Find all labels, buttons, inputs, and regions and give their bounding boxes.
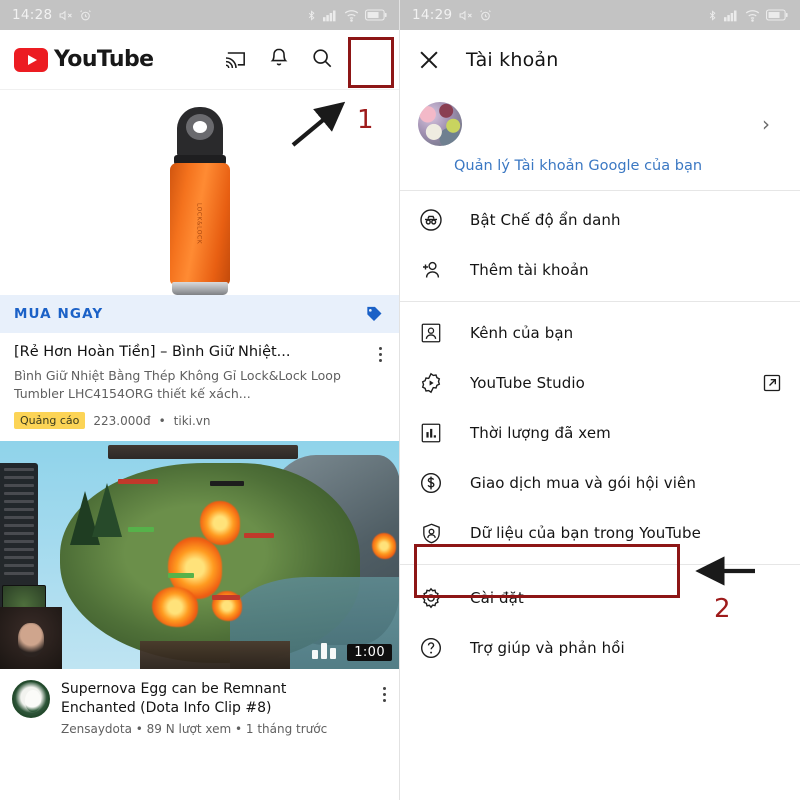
menu-item-purchases[interactable]: Giao dịch mua và gói hội viên xyxy=(400,458,800,508)
equalizer-icon xyxy=(312,643,336,660)
video-duration: 1:00 xyxy=(347,644,392,662)
ad-more-options-icon[interactable] xyxy=(371,343,389,365)
ad-title[interactable]: [Rẻ Hơn Hoàn Tiền] – Bình Giữ Nhiệt... xyxy=(14,343,385,362)
signal-icon-right xyxy=(724,9,739,22)
ad-details: [Rẻ Hơn Hoàn Tiền] – Bình Giữ Nhiệt... B… xyxy=(0,333,399,441)
price-tag-icon xyxy=(363,303,385,325)
gear-icon xyxy=(418,585,444,611)
youtube-wordmark: YouTube xyxy=(54,47,154,72)
channel-avatar[interactable] xyxy=(12,680,50,719)
incognito-icon xyxy=(418,207,444,233)
status-time-right: 14:29 xyxy=(412,7,453,23)
menu-item-label: Kênh của bạn xyxy=(470,324,574,342)
ad-product-image[interactable]: LOCK&LOCK xyxy=(0,90,399,295)
signal-icon xyxy=(323,9,338,22)
bell-icon[interactable] xyxy=(269,47,289,73)
menu-item-label: Cài đặt xyxy=(470,589,524,607)
streamer-facecam xyxy=(0,607,62,670)
video-channel: Zensaydota xyxy=(61,722,132,737)
add-person-icon xyxy=(418,257,444,283)
youtube-play-icon xyxy=(14,47,48,72)
left-phone-panel: 14:28 YouTube LOCK&LOCK MUA NGAY [Rẻ Hơn… xyxy=(0,0,400,800)
bar-chart-icon xyxy=(418,420,444,446)
alarm-icon xyxy=(79,9,92,22)
battery-icon-right xyxy=(766,9,788,21)
menu-item-label: YouTube Studio xyxy=(470,374,585,392)
menu-item-time-watched[interactable]: Thời lượng đã xem xyxy=(400,408,800,458)
meta-sep-2: • xyxy=(234,722,243,737)
mute-icon xyxy=(59,9,73,22)
meta-sep-1: • xyxy=(135,722,143,737)
left-status-bar: 14:28 xyxy=(0,0,399,30)
annotation-number-1: 1 xyxy=(357,105,374,135)
right-phone-panel: 14:29 Tài khoản › Quản lý Tài khoản Goog… xyxy=(400,0,800,800)
studio-gear-icon xyxy=(418,370,444,396)
page-title: Tài khoản xyxy=(466,49,559,71)
menu-item-label: Dữ liệu của bạn trong YouTube xyxy=(470,524,701,542)
video-age: 1 tháng trước xyxy=(245,722,328,737)
menu-item-label: Thời lượng đã xem xyxy=(470,424,611,442)
bluetooth-icon xyxy=(306,9,317,22)
account-avatar[interactable] xyxy=(355,45,385,75)
ad-source: tiki.vn xyxy=(173,413,211,428)
manage-google-account-link[interactable]: Quản lý Tài khoản Google của bạn xyxy=(400,146,800,174)
menu-item-youtube-studio[interactable]: YouTube Studio xyxy=(400,358,800,408)
account-row[interactable]: › xyxy=(400,90,800,146)
wifi-icon-right xyxy=(745,9,760,22)
bluetooth-icon-right xyxy=(707,9,718,22)
divider-3 xyxy=(400,564,800,565)
right-status-bar: 14:29 xyxy=(400,0,800,30)
ad-meta-separator: • xyxy=(158,413,166,428)
menu-item-incognito[interactable]: Bật Chế độ ẩn danh xyxy=(400,195,800,245)
help-circle-icon xyxy=(418,635,444,661)
video-meta: Zensaydota • 89 N lượt xem • 1 tháng trư… xyxy=(61,722,361,736)
account-menu: Bật Chế độ ẩn danh Thêm tài khoản Kênh c… xyxy=(400,191,800,673)
menu-item-label: Thêm tài khoản xyxy=(470,261,589,279)
search-icon[interactable] xyxy=(311,47,333,73)
dual-phone-screenshot: 14:28 YouTube LOCK&LOCK MUA NGAY [Rẻ Hơn… xyxy=(0,0,800,800)
external-link-icon[interactable] xyxy=(762,373,782,393)
status-time: 14:28 xyxy=(12,7,53,23)
youtube-app-bar: YouTube xyxy=(0,30,399,90)
video-info-row: Supernova Egg can be Remnant Enchanted (… xyxy=(0,669,399,736)
video-title[interactable]: Supernova Egg can be Remnant Enchanted (… xyxy=(61,680,361,717)
video-more-options-icon[interactable] xyxy=(375,683,393,705)
menu-item-your-data[interactable]: Dữ liệu của bạn trong YouTube xyxy=(400,508,800,558)
menu-item-help-feedback[interactable]: Trợ giúp và phản hồi xyxy=(400,623,800,673)
ad-badge: Quảng cáo xyxy=(14,412,86,430)
video-views: 89 N lượt xem xyxy=(146,722,232,737)
divider-2 xyxy=(400,301,800,302)
ad-price: 223.000đ xyxy=(93,413,151,428)
account-sheet-header: Tài khoản xyxy=(400,30,800,90)
battery-icon xyxy=(365,9,387,21)
annotation-number-2: 2 xyxy=(714,594,731,624)
menu-item-add-account[interactable]: Thêm tài khoản xyxy=(400,245,800,295)
channel-icon xyxy=(418,320,444,346)
mute-icon-right xyxy=(459,9,473,22)
menu-item-label: Trợ giúp và phản hồi xyxy=(470,639,625,657)
game-hud-bottom xyxy=(140,641,290,670)
account-avatar-large xyxy=(418,102,462,146)
cast-icon[interactable] xyxy=(225,48,247,72)
buy-now-banner[interactable]: MUA NGAY xyxy=(0,295,399,333)
ad-description: Bình Giữ Nhiệt Bằng Thép Không Gỉ Lock&L… xyxy=(14,367,341,401)
youtube-logo[interactable]: YouTube xyxy=(14,47,154,72)
ad-meta-row: Quảng cáo 223.000đ • tiki.vn xyxy=(14,412,385,430)
chevron-right-icon[interactable]: › xyxy=(762,114,782,134)
game-hud-top xyxy=(108,445,298,460)
menu-item-settings[interactable]: Cài đặt xyxy=(400,573,800,623)
alarm-icon-right xyxy=(479,9,492,22)
video-thumbnail[interactable]: 1:00 xyxy=(0,441,399,670)
menu-item-label: Bật Chế độ ẩn danh xyxy=(470,211,621,229)
shield-person-icon xyxy=(418,520,444,546)
menu-item-label: Giao dịch mua và gói hội viên xyxy=(470,474,696,492)
close-icon[interactable] xyxy=(418,49,440,71)
menu-item-your-channel[interactable]: Kênh của bạn xyxy=(400,308,800,358)
wifi-icon xyxy=(344,9,359,22)
dollar-circle-icon xyxy=(418,470,444,496)
buy-now-label: MUA NGAY xyxy=(14,306,104,322)
orange-thermos-bottle-icon: LOCK&LOCK xyxy=(168,107,232,295)
